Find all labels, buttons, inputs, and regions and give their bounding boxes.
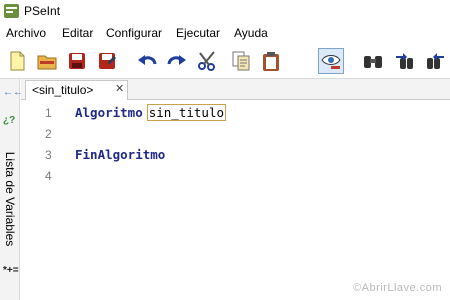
code-editor[interactable]: 1 2 3 4 Algoritmo sin_titulo FinAlgoritmo — [21, 100, 450, 300]
open-folder-icon — [37, 55, 57, 70]
variables-list-tab[interactable]: Lista de Variables — [1, 144, 19, 254]
code-line[interactable]: Algoritmo sin_titulo — [75, 104, 226, 121]
math-operators-icon[interactable]: *+= — [3, 265, 19, 276]
title-bar: PSeInt — [0, 0, 450, 22]
line-number: 1 — [45, 106, 52, 120]
reveal-icon — [321, 55, 341, 69]
find-button[interactable] — [360, 48, 386, 74]
tab-strip: <sin_titulo> ✕ — [21, 79, 450, 100]
toolbar — [0, 44, 450, 78]
save-as-icon — [99, 53, 116, 69]
operators-icon[interactable]: ←← — [3, 87, 23, 98]
keyword-finalgoritmo: FinAlgoritmo — [75, 147, 166, 162]
menu-bar: Archivo Editar Configurar Ejecutar Ayuda — [0, 22, 450, 44]
paste-icon — [263, 52, 279, 71]
watermark: ©AbrirLlave.com — [353, 282, 442, 294]
new-file-icon — [10, 51, 25, 71]
tab-label: <sin_titulo> — [32, 83, 94, 97]
keyword-algoritmo: Algoritmo — [75, 105, 143, 120]
cut-icon — [198, 51, 215, 71]
app-logo-icon — [4, 4, 19, 18]
copy-button[interactable] — [228, 48, 254, 74]
find-next-icon — [427, 53, 444, 69]
menu-ayuda[interactable]: Ayuda — [234, 26, 268, 40]
algorithm-name: sin_titulo — [146, 104, 226, 121]
menu-ejecutar[interactable]: Ejecutar — [176, 26, 220, 40]
undo-icon — [138, 55, 157, 65]
redo-button[interactable] — [164, 48, 190, 74]
redo-icon — [167, 55, 186, 65]
line-number: 2 — [45, 127, 52, 141]
line-number: 4 — [45, 169, 52, 183]
find-icon — [364, 56, 382, 68]
left-sidebar: ←← ¿? Lista de Variables *+= — [0, 79, 23, 300]
open-button[interactable] — [34, 48, 60, 74]
line-number-gutter: 1 2 3 4 — [21, 100, 65, 300]
conditional-icon[interactable]: ¿? — [3, 115, 15, 126]
window-title: PSeInt — [24, 4, 61, 18]
paste-button[interactable] — [258, 48, 284, 74]
save-icon — [69, 53, 85, 69]
save-button[interactable] — [64, 48, 90, 74]
save-as-button[interactable] — [94, 48, 120, 74]
menu-configurar[interactable]: Configurar — [106, 26, 162, 40]
menu-archivo[interactable]: Archivo — [6, 26, 46, 40]
undo-button[interactable] — [134, 48, 160, 74]
find-previous-button[interactable] — [392, 48, 418, 74]
find-next-button[interactable] — [422, 48, 448, 74]
new-file-button[interactable] — [4, 48, 30, 74]
line-number: 3 — [45, 148, 52, 162]
tab-sin-titulo[interactable]: <sin_titulo> ✕ — [25, 80, 128, 100]
cut-button[interactable] — [194, 48, 220, 74]
variables-list-label: Lista de Variables — [3, 151, 17, 247]
find-previous-icon — [396, 53, 413, 69]
close-icon[interactable]: ✕ — [115, 82, 124, 95]
reveal-button[interactable] — [318, 48, 344, 74]
code-line[interactable]: FinAlgoritmo — [75, 147, 165, 162]
copy-icon — [232, 51, 250, 71]
menu-editar[interactable]: Editar — [62, 26, 93, 40]
